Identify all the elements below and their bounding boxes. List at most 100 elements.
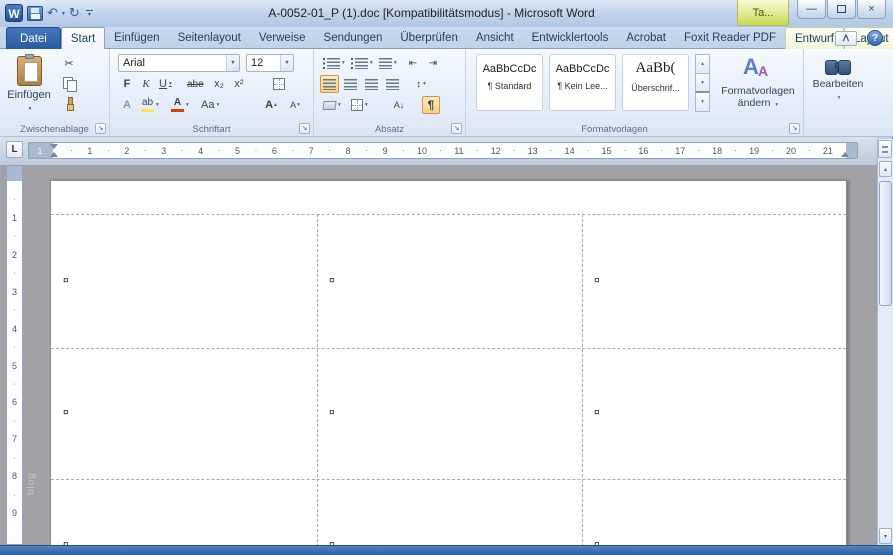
style-kein-leerraum[interactable]: AaBbCcDc ¶ Kein Lee...: [549, 54, 616, 111]
increase-indent-button[interactable]: ⇥: [424, 54, 442, 72]
collapse-ribbon-button[interactable]: ᐱ: [835, 31, 857, 46]
ruler-number: 18: [712, 146, 723, 156]
vertical-scrollbar[interactable]: ▴ ▾: [877, 139, 893, 545]
horizontal-ruler[interactable]: 1 · 1 · 2 · 3 · 4 · 5 · 6 · 7 · 8 · 9 · 10 · 11 · 12 · 13 · 14 · 15 · 16…: [28, 142, 858, 159]
align-right-button[interactable]: [362, 75, 381, 93]
format-painter-button[interactable]: [60, 94, 78, 112]
multilevel-list-button[interactable]: ▾: [376, 54, 400, 72]
font-color-button[interactable]: A ▾: [168, 96, 192, 114]
scroll-down-button[interactable]: ▾: [879, 528, 892, 544]
tab-start[interactable]: Start: [60, 27, 106, 49]
font-dialog-launcher[interactable]: ↘: [299, 123, 310, 134]
title-bar[interactable]: W ↶ ▾ ↻ ▾ A-0052-01_P (1).doc [Kompatibi…: [0, 0, 893, 27]
tab-einfuegen[interactable]: Einfügen: [105, 27, 168, 49]
font-family-dropdown-icon[interactable]: ▼: [226, 55, 239, 71]
vertical-ruler[interactable]: · 1 · 2 · 3 · 4 · 5 · 6 · 7 · 8 · 9: [6, 165, 23, 545]
font-size-dropdown-icon[interactable]: ▼: [280, 55, 293, 71]
group-label-schriftart: Schriftart: [192, 124, 231, 135]
line-spacing-button[interactable]: ↕ ▾: [412, 75, 430, 93]
undo-button[interactable]: ↶: [47, 5, 58, 21]
style-standard[interactable]: AaBbCcDc ¶ Standard: [476, 54, 543, 111]
save-button[interactable]: [27, 5, 43, 21]
bullets-button[interactable]: ▾: [320, 54, 348, 72]
change-styles-button[interactable]: AA Formatvorlagen ändern ▾: [718, 53, 798, 119]
ruler-number: 3: [161, 146, 167, 156]
tab-acrobat[interactable]: Acrobat: [617, 27, 675, 49]
table-tools-contextual-header: Ta...: [737, 0, 789, 26]
text-effects-button[interactable]: A: [118, 96, 136, 114]
help-button[interactable]: ?: [867, 30, 883, 46]
clipboard-dialog-launcher[interactable]: ↘: [95, 123, 106, 134]
scroll-up-button[interactable]: ▴: [879, 161, 892, 177]
paragraph-dialog-launcher[interactable]: ↘: [451, 123, 462, 134]
ruler-row: L 1 · 1 · 2 · 3 · 4 · 5 · 6 · 7 · 8 · 9 · 10 · 11 · 12 · 13 · 14 · 15 ·…: [0, 137, 877, 165]
bold-button[interactable]: F: [118, 75, 136, 93]
table-gridline-row1: [51, 348, 846, 349]
change-case-button[interactable]: Aa ▾: [198, 96, 222, 114]
paste-button[interactable]: Einfügen ▾: [5, 53, 53, 119]
customize-qat-button[interactable]: ▾: [85, 9, 93, 18]
style-ueberschrift[interactable]: AaBb( Überschrif...: [622, 54, 689, 111]
ribbon-tab-bar: Datei Start Einfügen Seitenlayout Verwei…: [0, 27, 893, 49]
sort-button[interactable]: A↓: [390, 96, 408, 114]
redo-button[interactable]: ↻: [69, 5, 80, 21]
right-indent-marker[interactable]: [841, 152, 849, 157]
cut-button[interactable]: ✂: [60, 54, 78, 72]
character-border-icon: [273, 78, 285, 90]
ruler-number: 1: [11, 212, 18, 223]
tab-sendungen[interactable]: Sendungen: [315, 27, 392, 49]
ruler-margin-number: 1: [37, 146, 43, 156]
show-paragraph-marks-button[interactable]: ¶: [422, 96, 440, 114]
justify-button[interactable]: [383, 75, 402, 93]
tab-seitenlayout[interactable]: Seitenlayout: [169, 27, 250, 49]
tab-ansicht[interactable]: Ansicht: [467, 27, 523, 49]
view-ruler-toggle-button[interactable]: [878, 140, 892, 158]
superscript-button[interactable]: x²: [230, 75, 248, 93]
font-size-combo[interactable]: 12 ▼: [246, 54, 294, 72]
styles-scroll-down-button[interactable]: ▾: [695, 72, 710, 93]
left-indent-marker[interactable]: [50, 152, 58, 157]
align-center-button[interactable]: [341, 75, 360, 93]
strikethrough-button[interactable]: abe: [184, 75, 207, 93]
borders-button[interactable]: ▾: [348, 96, 371, 114]
ruler-number: 6: [271, 146, 277, 156]
scrollbar-thumb[interactable]: [879, 181, 892, 306]
undo-dropdown-icon[interactable]: ▾: [62, 10, 65, 17]
shading-button[interactable]: ▾: [320, 96, 344, 114]
tab-verweise[interactable]: Verweise: [250, 27, 315, 49]
page[interactable]: ¤ ¤ ¤ ¤ ¤ ¤ ¤ ¤ ¤: [50, 180, 847, 545]
tab-entwicklertools[interactable]: Entwicklertools: [523, 27, 618, 49]
tab-stop-selector[interactable]: L: [6, 141, 23, 158]
ruler-tick: ·: [549, 146, 553, 155]
phonetic-guide-button[interactable]: [270, 75, 288, 93]
decrease-indent-button[interactable]: ⇤: [404, 54, 422, 72]
grow-font-button[interactable]: A ▴: [262, 96, 280, 114]
ruler-number: 21: [822, 146, 833, 156]
close-button[interactable]: ×: [857, 0, 886, 19]
tab-foxit-reader-pdf[interactable]: Foxit Reader PDF: [675, 27, 785, 49]
highlight-color-button[interactable]: ab ▾: [138, 96, 162, 114]
font-family-combo[interactable]: Arial ▼: [118, 54, 240, 72]
styles-gallery-more-button[interactable]: ▾: [695, 91, 710, 113]
underline-button[interactable]: U ▾: [156, 75, 175, 93]
group-label-absatz: Absatz: [374, 124, 405, 135]
minimize-button[interactable]: —: [797, 0, 826, 19]
styles-scroll-up-button[interactable]: ▴: [695, 54, 710, 74]
numbering-button[interactable]: ▾: [348, 54, 376, 72]
italic-button[interactable]: K: [137, 75, 155, 93]
copy-button[interactable]: [60, 74, 78, 92]
styles-dialog-launcher[interactable]: ↘: [789, 123, 800, 134]
subscript-button[interactable]: x₂: [210, 75, 228, 93]
first-line-indent-marker[interactable]: [50, 144, 58, 149]
copy-icon: [63, 76, 77, 92]
line-spacing-icon: ↕: [416, 78, 422, 90]
maximize-button[interactable]: [827, 0, 856, 19]
ruler-tick: ·: [254, 146, 258, 155]
ruler-tick: ·: [107, 146, 110, 155]
bullet-list-icon: [323, 57, 325, 69]
editing-button[interactable]: Bearbeiten ▾: [809, 57, 867, 117]
align-left-button[interactable]: [320, 75, 339, 93]
shrink-font-button[interactable]: A ▾: [286, 96, 304, 114]
tab-ueberpruefen[interactable]: Überprüfen: [391, 27, 467, 49]
tab-datei[interactable]: Datei: [6, 27, 61, 49]
